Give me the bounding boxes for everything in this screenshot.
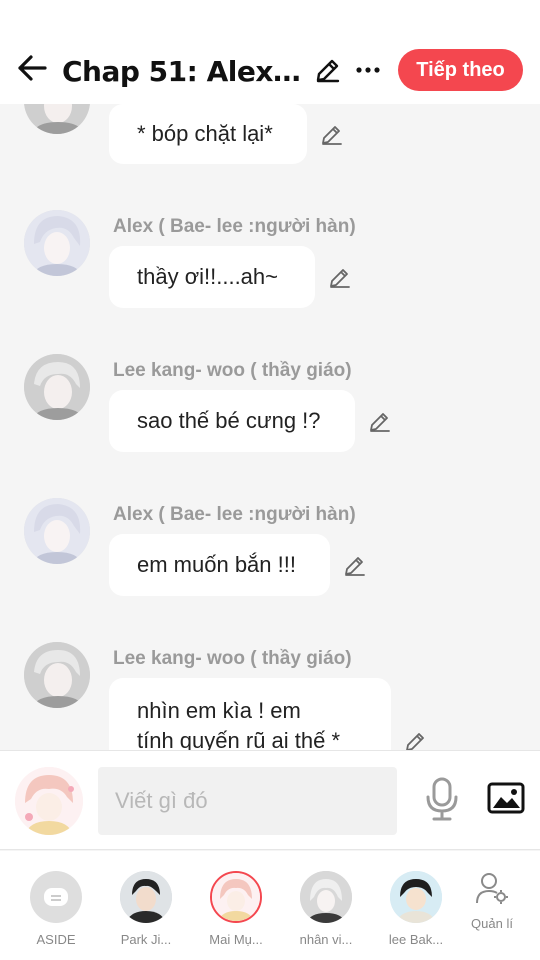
sender-name: Lee kang- woo ( thầy giáo) (113, 360, 352, 381)
message-text: * bóp chặt lại* (137, 121, 273, 146)
microphone-button[interactable] (422, 776, 462, 822)
chat-area[interactable]: * bóp chặt lại* Alex ( Bae- lee :người h… (0, 104, 540, 750)
message-text: sao thế bé cưng !? (137, 408, 321, 433)
edit-title-button[interactable] (312, 54, 344, 86)
message-bubble[interactable]: thầy ơi!!....ah~ (109, 246, 315, 308)
message-bubble[interactable]: sao thế bé cưng !? (109, 390, 355, 452)
character-item[interactable]: Mai Mụ... (196, 871, 276, 947)
microphone-icon (426, 777, 458, 821)
mai-character-avatar-icon (15, 767, 83, 835)
message-text: thầy ơi!!....ah~ (137, 264, 279, 289)
message-text: em muốn bắn !!! (137, 552, 296, 577)
message-input[interactable] (98, 767, 397, 835)
pencil-icon (330, 269, 350, 288)
lee-kang-woo-avatar-icon (24, 642, 90, 708)
user-settings-icon (476, 873, 508, 904)
character-switcher-bar: ASIDE Park Ji... Mai Mụ... nhân vi... le… (0, 851, 540, 960)
character-label: ASIDE (36, 932, 76, 947)
pencil-icon (406, 733, 424, 750)
avatar (390, 871, 442, 923)
edit-message-button[interactable] (319, 121, 345, 147)
character-item[interactable]: nhân vi... (286, 871, 366, 947)
avatar[interactable] (24, 210, 90, 276)
sender-name: Lee kang- woo ( thầy giáo) (113, 648, 352, 669)
avatar (120, 871, 172, 923)
chat-bubble-icon (44, 888, 68, 906)
alex-avatar-icon (24, 498, 90, 564)
header-bar: Chap 51: Alex v... Tiếp theo (0, 0, 540, 104)
sender-name: Alex ( Bae- lee :người hàn) (113, 216, 356, 237)
character-label: Mai Mụ... (209, 932, 263, 947)
back-button[interactable] (14, 50, 50, 86)
nhan-vien-avatar-icon (300, 871, 352, 923)
avatar (300, 871, 352, 923)
message-text-line: tính quyến rũ ai thế * (137, 728, 341, 750)
message-bubble[interactable]: em muốn bắn !!! (109, 534, 330, 596)
pencil-icon (322, 126, 342, 145)
more-dots-icon (356, 67, 380, 73)
manage-characters-button[interactable]: Quản lí (462, 871, 522, 931)
character-item[interactable]: ASIDE (16, 871, 96, 947)
mai-avatar-icon (212, 873, 260, 921)
character-label: nhân vi... (299, 932, 353, 947)
edit-message-button[interactable] (403, 728, 429, 750)
lee-bak-avatar-icon (390, 871, 442, 923)
pencil-icon (370, 413, 390, 432)
edit-message-button[interactable] (367, 408, 393, 434)
more-options-button[interactable] (352, 54, 384, 86)
message-text-line: nhìn em kìa ! em (137, 698, 301, 723)
edit-message-button[interactable] (342, 552, 368, 578)
message-bubble[interactable]: nhìn em kìa ! em tính quyến rũ ai thế * (109, 678, 391, 750)
avatar[interactable] (24, 498, 90, 564)
character-label: lee Bak... (388, 932, 444, 947)
sender-name: Alex ( Bae- lee :người hàn) (113, 504, 356, 525)
image-icon (487, 782, 525, 814)
avatar[interactable] (24, 104, 90, 134)
pencil-icon (316, 59, 340, 83)
manage-label: Quản lí (471, 916, 513, 931)
avatar[interactable] (24, 642, 90, 708)
page-title: Chap 51: Alex v... (62, 55, 306, 88)
character-item[interactable]: lee Bak... (376, 871, 456, 947)
message-bubble[interactable]: * bóp chặt lại* (109, 104, 307, 164)
avatar[interactable] (24, 354, 90, 420)
image-upload-button[interactable] (487, 781, 525, 815)
edit-message-button[interactable] (327, 264, 353, 290)
current-character-avatar[interactable] (15, 767, 83, 835)
character-label: Park Ji... (120, 932, 172, 947)
alex-avatar-icon (24, 210, 90, 276)
pencil-icon (345, 557, 365, 576)
avatar (210, 871, 262, 923)
next-chapter-button[interactable]: Tiếp theo (398, 49, 523, 91)
character-item[interactable]: Park Ji... (106, 871, 186, 947)
park-ji-avatar-icon (120, 871, 172, 923)
avatar (30, 871, 82, 923)
lee-kang-woo-avatar-icon (24, 104, 90, 134)
arrow-left-icon (18, 55, 47, 81)
lee-kang-woo-avatar-icon (24, 354, 90, 420)
